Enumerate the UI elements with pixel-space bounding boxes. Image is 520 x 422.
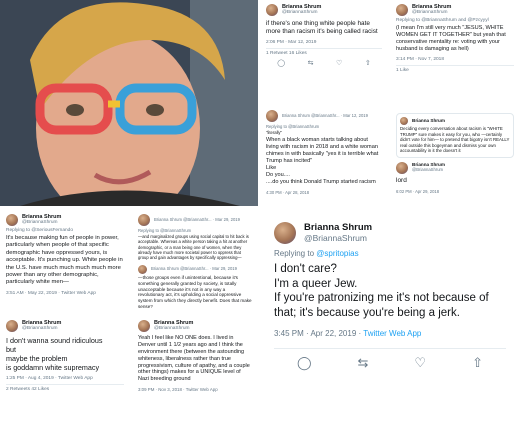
tweet-card[interactable]: Brianna Shrum @BriannaShrum if there's o… <box>260 0 388 104</box>
tweet-source[interactable]: Twitter Web App <box>363 329 421 338</box>
tweet-text: —those groups even if unintentional, bec… <box>138 275 252 309</box>
tweet-timestamp[interactable]: 3:14 PM · Nov 7, 2018 <box>396 57 514 62</box>
author-handle[interactable]: @BriannaShrum <box>412 10 451 16</box>
reply-context[interactable]: Replying to @BriannaShrum <box>266 124 382 129</box>
avatar[interactable] <box>266 4 278 16</box>
thread-continuation: Brianna Shrum @BriannaShr... · Mar 29, 2… <box>138 265 252 309</box>
tweet-card[interactable]: Brianna Shrum @BriannaShrum Replying to … <box>0 210 130 314</box>
tweet-text: Yeah I feel like NO ONE does. I lived in… <box>138 335 250 383</box>
author-handle[interactable]: @BriannaShrum <box>282 10 321 16</box>
tweet-text: lord <box>396 176 407 184</box>
tweet-stats[interactable]: 2 Retweets 42 Likes <box>6 384 124 392</box>
tweet-card[interactable]: Brianna Shrum @BriannaShrum I don't wann… <box>0 316 130 422</box>
tweet-text: It's because making fun of people in pow… <box>6 235 123 286</box>
share-icon[interactable]: ⇧ <box>365 59 371 67</box>
avatar[interactable] <box>400 117 408 125</box>
tweet-stats[interactable]: 1 Like <box>396 64 514 73</box>
reply-context[interactable]: Replying to @SeriousFernando <box>6 228 124 233</box>
avatar[interactable] <box>138 214 150 226</box>
tweet-text: —and marginalized groups using social ca… <box>138 234 249 260</box>
tweet-actions: ◯ ⇆ ♡ ⇧ <box>274 347 506 371</box>
tweet-text: I don't wanna sound ridiculous but maybe… <box>6 336 103 372</box>
tweet-text: I don't care? I'm a queer Jew. If you're… <box>274 263 489 320</box>
heart-icon[interactable]: ♡ <box>336 59 342 67</box>
tweet-timestamp[interactable]: 1:25 PM · Aug 4, 2019 · Twitter Web App <box>6 376 124 381</box>
author-handle[interactable]: @BriannaShrum <box>412 167 445 173</box>
retweet-icon[interactable]: ⇆ <box>358 355 369 371</box>
author-handle[interactable]: @BriannaShrum <box>22 326 61 332</box>
avatar[interactable] <box>6 214 18 226</box>
heart-icon[interactable]: ♡ <box>414 355 426 371</box>
tweet-timestamp: 3:45 PM · Apr 22, 2019 · Twitter Web App <box>274 329 506 338</box>
tweet-text: When a black woman starts talking about … <box>266 137 379 186</box>
author-name[interactable]: Brianna Shrum <box>412 118 445 123</box>
reply-user-link[interactable]: @spritopias <box>316 249 358 258</box>
reply-context[interactable]: Replying to @BriannaShrum and @Pzcyyyl <box>396 18 514 23</box>
tweet-text: (I mean I'm still very much "JESUS, WHIT… <box>396 25 506 52</box>
quoted-tweet[interactable]: Brianna Shrum Deciding every conversatio… <box>396 113 514 158</box>
tweet-card[interactable]: Brianna Shrum @BriannaShr... · Mar 12, 2… <box>260 106 388 210</box>
avatar[interactable] <box>396 161 408 174</box>
avatar[interactable] <box>274 222 296 244</box>
tweet-timestamp[interactable]: 3:51 AM · May 22, 2019 · Twitter Web App <box>6 291 124 296</box>
tweet-timestamp[interactable]: 4:30 PM · Apr 28, 2018 <box>266 190 382 195</box>
user-selfie-photo <box>0 0 258 206</box>
avatar[interactable] <box>6 320 18 332</box>
author-line[interactable]: Brianna Shrum @BriannaShr... · Mar 12, 2… <box>282 113 368 119</box>
author-handle[interactable]: @BriannaShrum <box>22 220 61 226</box>
reply-context: Replying to @spritopias <box>274 249 506 258</box>
tweet-timestamp[interactable]: 6:02 PM · Apr 29, 2018 <box>396 189 514 194</box>
avatar[interactable] <box>138 320 150 332</box>
author-line[interactable]: Brianna Shrum @BriannaShr... · Mar 29, 2… <box>151 266 237 272</box>
tweet-card[interactable]: Brianna Shrum @BriannaShr... · Mar 29, 2… <box>132 210 258 314</box>
share-icon[interactable]: ⇧ <box>472 355 483 371</box>
author-name[interactable]: Brianna Shrum <box>304 222 372 234</box>
author-handle[interactable]: @BriannaShrum <box>304 233 372 244</box>
tweet-timestamp[interactable]: 2:06 PM · Mar 12, 2019 <box>266 40 382 45</box>
quoted-tweet-text: Deciding every conversation about racism… <box>400 126 510 153</box>
tweet-timestamp[interactable]: 3:09 PM · Nov 3, 2018 · Twitter Web App <box>138 387 252 392</box>
tweet-card-large[interactable]: Brianna Shrum @BriannaShrum Replying to … <box>260 212 520 422</box>
tweet-card[interactable]: Brianna Shrum @BriannaShrum Replying to … <box>390 0 520 104</box>
tweet-text: if there's one thing white people hate m… <box>266 20 378 35</box>
avatar[interactable] <box>266 110 278 122</box>
avatar[interactable] <box>396 4 408 16</box>
retweet-icon[interactable]: ⇆ <box>308 59 314 67</box>
quoted-word: "literally" <box>266 130 283 135</box>
reply-context[interactable]: Replying to @BriannaShrum <box>138 228 252 233</box>
author-line[interactable]: Brianna Shrum @BriannaShr... · Mar 29, 2… <box>154 217 240 223</box>
tweet-time[interactable]: 3:45 PM · Apr 22, 2019 · <box>274 329 363 338</box>
reply-icon[interactable]: ◯ <box>297 355 312 371</box>
tweet-card[interactable]: Brianna Shrum Deciding every conversatio… <box>390 106 520 210</box>
tweet-stats[interactable]: 1 Retweet 16 Likes <box>266 48 382 56</box>
reply-icon[interactable]: ◯ <box>277 59 285 67</box>
avatar[interactable] <box>138 265 147 275</box>
tweet-actions: ◯ ⇆ ♡ ⇧ <box>266 59 382 67</box>
author-handle[interactable]: @BriannaShrum <box>154 326 193 332</box>
tweet-card[interactable]: Brianna Shrum @BriannaShrum Yeah I feel … <box>132 316 258 422</box>
selfie-illustration <box>0 0 258 206</box>
reply-prefix: Replying to <box>274 249 317 258</box>
